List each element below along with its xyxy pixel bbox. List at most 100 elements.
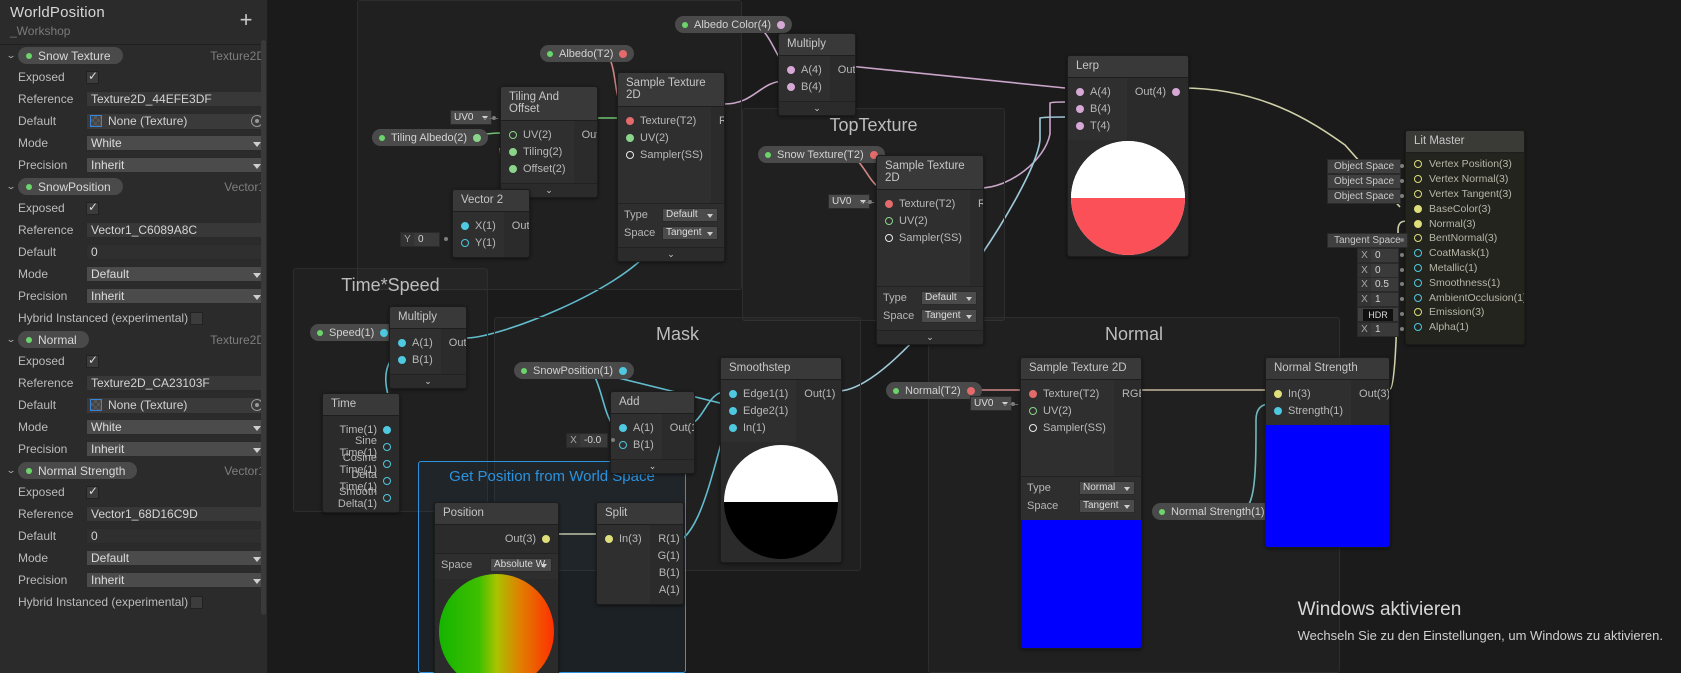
value-number[interactable]: 0.5 (1371, 279, 1393, 290)
type-select[interactable]: Default (662, 208, 718, 222)
port-uv[interactable]: UV(2) (1021, 402, 1114, 419)
port-texture[interactable]: Texture(T2) (1021, 385, 1114, 402)
exposed-checkbox[interactable] (86, 200, 99, 215)
node-expand-toggle[interactable]: ⌄ (611, 459, 694, 473)
value-number[interactable]: 0 (1371, 250, 1385, 261)
master-slot[interactable]: Normal(3) (1406, 216, 1524, 231)
port-dot-icon[interactable] (1274, 406, 1282, 415)
port-a[interactable]: A(4) (779, 61, 830, 78)
property-header[interactable]: ⌄ SnowPosition Vector1 (0, 176, 267, 197)
master-slot[interactable]: Emission(3) (1406, 305, 1524, 320)
port-sampler[interactable]: Sampler(SS) (1021, 419, 1114, 436)
port-rgba[interactable]: RGBA(4) (970, 195, 983, 212)
node-sample-texture-2d-snow[interactable]: Sample Texture 2D Texture(T2) UV(2) Samp… (876, 155, 984, 345)
port-dot-icon[interactable] (885, 199, 893, 208)
port-dot-icon[interactable] (841, 390, 842, 398)
node-expand-toggle[interactable]: ⌄ (390, 374, 466, 388)
port-b[interactable]: B(1) (970, 246, 983, 263)
port-strength[interactable]: Strength(1) (1266, 402, 1351, 419)
slot-value-8[interactable]: X 0.5 (1357, 277, 1399, 293)
node-multiply-albedo[interactable]: Multiply A(4) B(4) Out(4) ⌄ (778, 33, 856, 116)
port-dot-icon[interactable] (398, 355, 406, 364)
master-slot[interactable]: Vertex Position(3) (1406, 157, 1524, 172)
port-a[interactable]: A(4) (1068, 83, 1127, 100)
port-out[interactable]: Out(2) (504, 217, 529, 234)
property-header[interactable]: ⌄ Normal Texture2D (0, 329, 267, 350)
port-dot-icon[interactable] (1414, 204, 1422, 213)
chip-albedo[interactable]: Albedo(T2) (540, 45, 635, 62)
master-slot[interactable]: Metallic(1) (1406, 261, 1524, 276)
port-dot-icon[interactable] (383, 476, 391, 485)
add-b-value[interactable]: X -0.0 (566, 433, 608, 448)
port-rgba[interactable]: RGBA(4) (1114, 385, 1141, 402)
master-slot[interactable]: Vertex Tangent(3) (1406, 187, 1524, 202)
port-b[interactable]: B(1) (390, 351, 441, 368)
port-out[interactable]: Out(3) (435, 530, 558, 547)
port-dot-icon[interactable] (619, 440, 627, 449)
port-dot-icon[interactable] (509, 147, 517, 156)
port-dot-icon[interactable] (1414, 219, 1422, 228)
port-dot-icon[interactable] (542, 534, 550, 543)
port-dot-icon[interactable] (1076, 87, 1084, 96)
hybrid-instanced-checkbox[interactable] (190, 311, 203, 325)
master-slot[interactable]: Smoothness(1) (1406, 275, 1524, 290)
mode-select[interactable]: White (86, 419, 267, 435)
port-dot-icon[interactable] (461, 238, 469, 247)
port-dot-icon[interactable] (509, 164, 517, 173)
space-select[interactable]: Tangent (662, 226, 718, 240)
port-dot-icon[interactable] (1414, 308, 1422, 317)
node-normal-strength[interactable]: Normal Strength In(3) Strength(1) Out(3) (1265, 357, 1390, 548)
property-pill[interactable]: SnowPosition (18, 178, 123, 195)
port-r[interactable]: R(1) (1114, 402, 1141, 419)
port-out[interactable]: Out(3) (1351, 385, 1389, 402)
node-expand-toggle[interactable]: ⌄ (618, 247, 724, 261)
hdr-color-field[interactable]: HDR (1357, 307, 1399, 322)
port-dot-icon[interactable] (729, 423, 737, 432)
port-a[interactable]: A(1) (390, 334, 441, 351)
value-number[interactable]: 0 (1371, 265, 1385, 276)
default-value[interactable]: 0 (86, 528, 267, 544)
default-value[interactable]: 0 (86, 244, 267, 260)
port-texture[interactable]: Texture(T2) (618, 112, 711, 129)
property-header[interactable]: ⌄ Snow Texture Texture2D (0, 45, 267, 66)
space-select[interactable]: Tangent (921, 309, 977, 323)
precision-select[interactable]: Inherit (86, 288, 267, 304)
add-property-button[interactable]: + (237, 9, 255, 31)
chip-snowposition[interactable]: SnowPosition(1) (514, 362, 635, 379)
space-select-5[interactable]: Tangent Space (1327, 233, 1408, 248)
port-in[interactable]: In(1) (721, 419, 796, 436)
port-dot-icon[interactable] (1414, 293, 1422, 302)
port-dot-icon[interactable] (885, 233, 893, 242)
port-dot-icon[interactable] (1414, 323, 1422, 332)
port-dot-icon[interactable] (1414, 175, 1422, 184)
chevron-down-icon[interactable]: ⌄ (1, 465, 21, 476)
node-tiling-and-offset[interactable]: Tiling And Offset UV(2) Tiling(2) Offset… (500, 86, 598, 198)
port-a[interactable]: A(1) (970, 263, 983, 280)
port-a[interactable]: A(1) (650, 581, 683, 598)
type-select[interactable]: Normal (1079, 481, 1135, 495)
port-dot-icon[interactable] (1414, 234, 1422, 243)
precision-select[interactable]: Inherit (86, 572, 267, 588)
port-out[interactable]: Out(4) (830, 61, 855, 78)
chevron-down-icon[interactable]: ⌄ (1, 334, 21, 345)
node-multiply-time[interactable]: Multiply A(1) B(1) Out(1) ⌄ (389, 306, 467, 389)
port-dot-icon[interactable] (626, 150, 634, 159)
space-select[interactable]: Absolute W (490, 558, 552, 572)
port-a[interactable]: A(1) (611, 419, 662, 436)
port-sampler[interactable]: Sampler(SS) (877, 229, 970, 246)
port-dot-icon[interactable] (1172, 87, 1180, 96)
space-select-1[interactable]: Object Space (1327, 173, 1402, 189)
port-g[interactable]: G(1) (711, 146, 724, 163)
port-dot-icon[interactable] (787, 82, 795, 91)
chevron-down-icon[interactable]: ⌄ (1, 50, 21, 61)
port-b[interactable]: B(4) (779, 78, 830, 95)
port-b[interactable]: B(4) (1068, 100, 1127, 117)
port-b[interactable]: B(1) (611, 436, 662, 453)
mode-select[interactable]: White (86, 135, 267, 151)
mode-select[interactable]: Default (86, 266, 267, 282)
node-position[interactable]: Position Out(3) Space Absolute W (434, 502, 559, 673)
node-expand-toggle[interactable]: ⌄ (877, 330, 983, 344)
port-in[interactable]: In(3) (1266, 385, 1351, 402)
port-b[interactable]: B(1) (711, 163, 724, 180)
port-dot-icon[interactable] (1414, 249, 1422, 258)
